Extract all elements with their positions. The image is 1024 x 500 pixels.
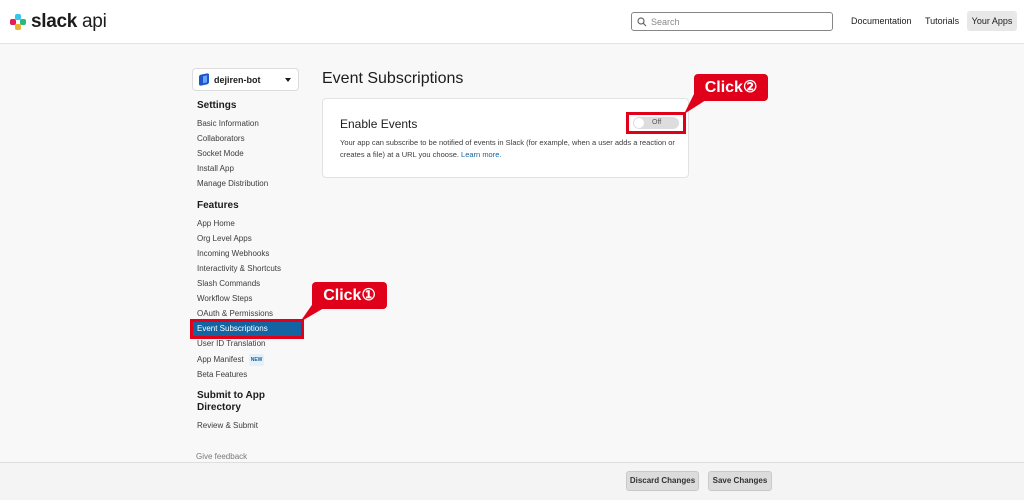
- sidebar-item-socket-mode[interactable]: Socket Mode: [197, 149, 244, 159]
- sidebar-item-beta-features[interactable]: Beta Features: [197, 370, 247, 380]
- sidebar-item-manage-distribution[interactable]: Manage Distribution: [197, 179, 268, 189]
- search-input[interactable]: [651, 16, 821, 27]
- sidebar-item-slash-commands[interactable]: Slash Commands: [197, 279, 260, 289]
- submit-heading: Submit to App Directory: [197, 390, 265, 413]
- sidebar-item-workflow-steps[interactable]: Workflow Steps: [197, 294, 252, 304]
- sidebar-item-org-level-apps[interactable]: Org Level Apps: [197, 234, 252, 244]
- arrow-icon: [684, 94, 706, 114]
- nav-tutorials[interactable]: Tutorials: [919, 11, 965, 31]
- highlight-toggle: [626, 112, 686, 134]
- sidebar-item-review-submit[interactable]: Review & Submit: [197, 421, 258, 431]
- nav-your-apps[interactable]: Your Apps: [967, 11, 1017, 31]
- card-title: Enable Events: [340, 117, 418, 131]
- sidebar-item-app-manifest[interactable]: App Manifest NEW: [197, 354, 265, 366]
- features-heading: Features: [197, 200, 239, 211]
- sidebar-item-install-app[interactable]: Install App: [197, 164, 234, 174]
- sidebar-item-basic-information[interactable]: Basic Information: [197, 119, 259, 129]
- slack-logo-icon: [10, 14, 26, 30]
- sidebar-item-user-id-translation[interactable]: User ID Translation: [197, 339, 265, 349]
- sidebar-item-interactivity-shortcuts[interactable]: Interactivity & Shortcuts: [197, 264, 281, 274]
- card-description: Your app can subscribe to be notified of…: [340, 138, 675, 159]
- learn-more-link[interactable]: Learn more.: [461, 150, 501, 159]
- logo-text: slack api: [31, 11, 107, 32]
- arrow-icon: [300, 302, 324, 322]
- slack-api-logo[interactable]: slack api: [10, 11, 107, 33]
- enable-events-card: Enable Events Your app can subscribe to …: [322, 98, 689, 178]
- page-title: Event Subscriptions: [322, 70, 464, 87]
- search-icon: [637, 16, 647, 26]
- sidebar-item-app-home[interactable]: App Home: [197, 219, 235, 229]
- nav-documentation[interactable]: Documentation: [845, 11, 918, 31]
- chevron-down-icon: [285, 77, 291, 82]
- settings-heading: Settings: [197, 100, 237, 111]
- sidebar-item-label: App Manifest: [197, 355, 244, 365]
- search-box[interactable]: [631, 12, 833, 31]
- give-feedback-link[interactable]: Give feedback: [196, 452, 247, 461]
- discard-changes-button[interactable]: Discard Changes: [626, 471, 699, 491]
- app-selector-dropdown[interactable]: dejiren-bot: [192, 68, 299, 91]
- sidebar-item-oauth-permissions[interactable]: OAuth & Permissions: [197, 309, 273, 319]
- app-icon: [199, 72, 209, 87]
- highlight-event-subscriptions: [190, 319, 304, 339]
- new-badge: NEW: [248, 354, 265, 366]
- sidebar-item-incoming-webhooks[interactable]: Incoming Webhooks: [197, 249, 269, 259]
- app-name: dejiren-bot: [214, 74, 261, 85]
- sidebar-item-collaborators[interactable]: Collaborators: [197, 134, 245, 144]
- top-header: slack api Documentation Tutorials Your A…: [0, 0, 1024, 44]
- footer-bar: [0, 462, 1024, 500]
- save-changes-button[interactable]: Save Changes: [708, 471, 772, 491]
